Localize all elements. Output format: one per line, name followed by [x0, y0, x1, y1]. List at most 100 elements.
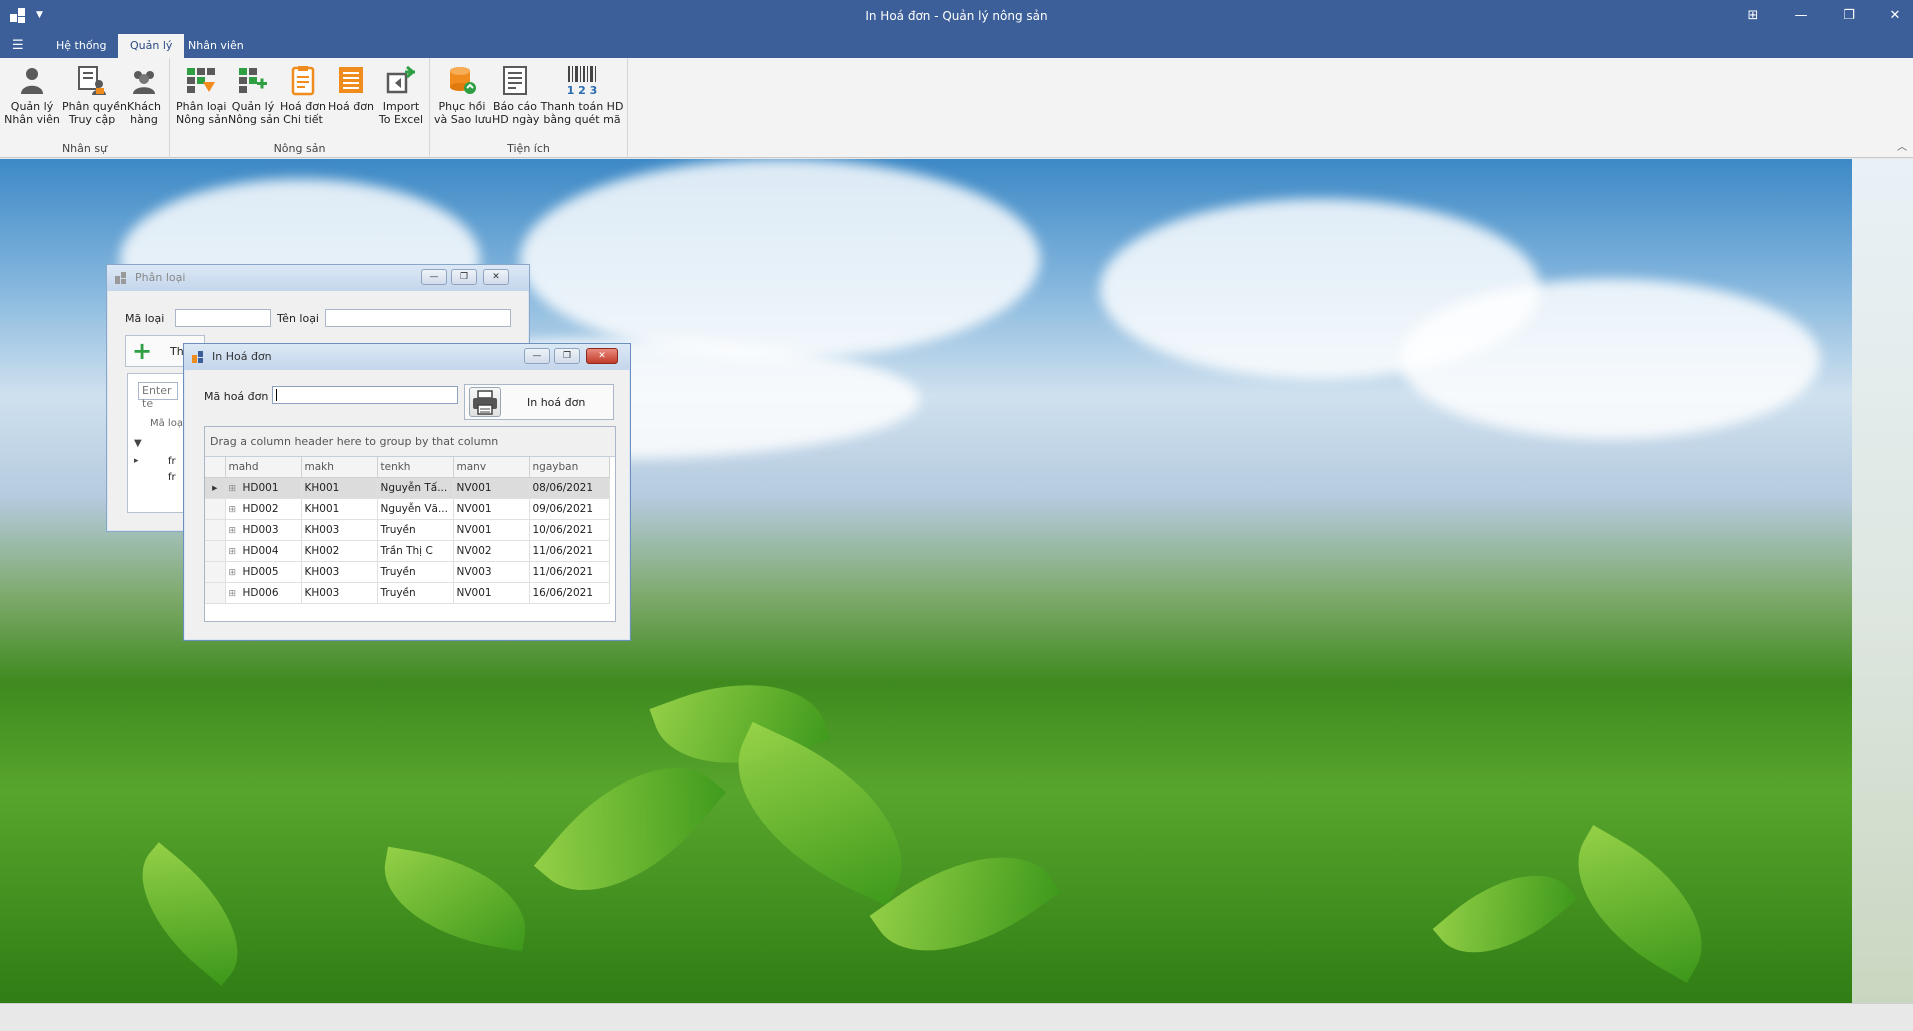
cell-ngayban[interactable]: 16/06/2021 [529, 582, 610, 604]
cell-mahd[interactable]: ⊞ HD004 [225, 540, 302, 562]
cell-manv[interactable]: NV001 [453, 582, 530, 604]
cell-ngayban[interactable]: 08/06/2021 [529, 477, 610, 499]
table-row[interactable]: ▸ ⊞ HD001 KH001 Nguyễn Tấ... NV001 08/06/… [205, 477, 610, 499]
cell-makh[interactable]: KH003 [301, 519, 378, 541]
in-hoa-don-maximize-button[interactable]: ❐ [554, 348, 580, 364]
phan-loai-minimize-button[interactable]: — [421, 269, 447, 285]
column-header-tenkh[interactable]: tenkh [377, 457, 454, 478]
table-header-row: mahd makh tenkh manv ngayban [205, 457, 610, 478]
phan-loai-maximize-button[interactable]: ❐ [451, 269, 477, 285]
row-expand-icon[interactable]: ⊞ [229, 484, 243, 494]
row-expand-icon[interactable]: ⊞ [229, 568, 243, 578]
filter-icon[interactable]: ▼ [134, 438, 142, 449]
window-title: In Hoá đơn - Quản lý nông sản [865, 9, 1048, 23]
background-leaf [113, 842, 267, 986]
cell-text: HD003 [242, 523, 279, 536]
row-indicator-icon: ▸ [134, 456, 139, 466]
window-icon [115, 272, 129, 284]
cell-manv[interactable]: NV001 [453, 519, 530, 541]
cell-ngayban[interactable]: 09/06/2021 [529, 498, 610, 520]
cell-makh[interactable]: KH003 [301, 582, 378, 604]
group-by-panel[interactable]: Drag a column header here to group by th… [205, 427, 615, 457]
phan-loai-close-button[interactable]: ✕ [483, 269, 509, 285]
row-expand-icon[interactable]: ⊞ [229, 589, 243, 599]
thanh-toan-hd-button[interactable]: 1 2 3 Thanh toán HD bằng quét mã [540, 64, 624, 126]
cell-tenkh[interactable]: Nguyễn Tấ... [377, 477, 454, 499]
table-row[interactable]: ⊞ HD004 KH002 Trần Thị C NV002 11/06/2021 [205, 540, 610, 562]
barcode-icon: 1 2 3 [566, 64, 598, 97]
tab-he-thong[interactable]: Hệ thống [44, 34, 119, 58]
cell-makh[interactable]: KH002 [301, 540, 378, 562]
in-hoa-don-minimize-button[interactable]: — [524, 348, 550, 364]
cell-manv[interactable]: NV002 [453, 540, 530, 562]
cell-manv[interactable]: NV003 [453, 561, 530, 583]
bao-cao-hd-ngay-button[interactable]: Báo cáo HD ngày [492, 64, 539, 126]
cell-mahd[interactable]: ⊞ HD005 [225, 561, 302, 583]
cell-tenkh[interactable]: Trần Thị C [377, 540, 454, 562]
cell-makh[interactable]: KH001 [301, 498, 378, 520]
table-row[interactable]: ⊞ HD005 KH003 Truyền NV003 11/06/2021 [205, 561, 610, 583]
hoa-don-button[interactable]: Hoá đơn [328, 64, 374, 113]
close-button[interactable]: ✕ [1880, 6, 1910, 26]
cell-mahd[interactable]: ⊞ HD001 [225, 477, 302, 499]
invoice-icon [335, 64, 367, 96]
row-indicator [205, 561, 226, 583]
column-header-mahd[interactable]: mahd [225, 457, 302, 478]
cell-makh[interactable]: KH003 [301, 561, 378, 583]
phuc-hoi-sao-luu-button[interactable]: Phục hồi và Sao lưu [434, 64, 492, 126]
table-row[interactable]: ⊞ HD002 KH001 Nguyễn Vă... NV001 09/06/20… [205, 498, 610, 520]
column-header-manv[interactable]: manv [453, 457, 530, 478]
row-expand-icon[interactable]: ⊞ [229, 505, 243, 515]
cell-mahd[interactable]: ⊞ HD006 [225, 582, 302, 604]
ma-hoa-don-input[interactable] [272, 386, 458, 404]
in-hoa-don-title-bar[interactable]: In Hoá đơn — ❐ ✕ [184, 344, 630, 370]
cell-makh[interactable]: KH001 [301, 477, 378, 499]
phan-loai-title-bar[interactable]: Phân loại — ❐ ✕ [107, 265, 529, 291]
category-column-header[interactable]: Mã loạ [150, 418, 183, 429]
table-row[interactable]: ⊞ HD003 KH003 Truyền NV001 10/06/2021 [205, 519, 610, 541]
import-to-excel-button[interactable]: Import To Excel [376, 64, 426, 126]
cell-ngayban[interactable]: 11/06/2021 [529, 561, 610, 583]
cell-text: HD002 [242, 502, 279, 515]
ten-loai-input[interactable] [325, 309, 511, 327]
tab-nhan-vien[interactable]: Nhân viên [176, 34, 256, 58]
table-row[interactable]: ⊞ HD006 KH003 Truyền NV001 16/06/2021 [205, 582, 610, 604]
cell-tenkh[interactable]: Nguyễn Vă... [377, 498, 454, 520]
column-header-ngayban[interactable]: ngayban [529, 457, 610, 478]
khach-hang-button[interactable]: Khách hàng [122, 64, 166, 126]
ribbon-collapse-icon[interactable]: ︿ [1897, 138, 1907, 153]
cell-tenkh[interactable]: Truyền [377, 561, 454, 583]
application-menu-icon[interactable]: ☰ [12, 39, 30, 53]
cell-manv[interactable]: NV001 [453, 477, 530, 499]
in-hoa-don-close-button[interactable]: ✕ [586, 348, 618, 364]
category-search-input[interactable]: Enter te [138, 382, 178, 410]
layout-button[interactable]: ⊞ [1738, 6, 1768, 26]
column-header-makh[interactable]: makh [301, 457, 378, 478]
phan-quyen-truy-cap-button[interactable]: Phân quyền Truy cập [62, 64, 127, 126]
cell-mahd[interactable]: ⊞ HD002 [225, 498, 302, 520]
cell-ngayban[interactable]: 11/06/2021 [529, 540, 610, 562]
row-indicator-header [205, 457, 226, 478]
cell-tenkh[interactable]: Truyền [377, 519, 454, 541]
row-expand-icon[interactable]: ⊞ [229, 526, 243, 536]
row-expand-icon[interactable]: ⊞ [229, 547, 243, 557]
cell-ngayban[interactable]: 10/06/2021 [529, 519, 610, 541]
ten-loai-label: Tên loại [277, 312, 319, 325]
quan-ly-nong-san-button[interactable]: Quản lý Nông sản [228, 64, 280, 126]
tab-quan-ly[interactable]: Quản lý [118, 34, 185, 58]
row-indicator [205, 519, 226, 541]
in-hoa-don-print-button[interactable]: In hoá đơn [464, 384, 614, 420]
table-body: ▸ ⊞ HD001 KH001 Nguyễn Tấ... NV001 08/06/… [205, 477, 610, 604]
restore-button[interactable]: ❐ [1834, 6, 1864, 26]
background-leaf [374, 846, 536, 952]
phan-loai-nong-san-button[interactable]: Phân loại Nông sản [176, 64, 228, 126]
quan-ly-nhan-vien-button[interactable]: Quản lý Nhân viên [4, 64, 60, 126]
ma-loai-input[interactable] [175, 309, 271, 327]
hoa-don-chi-tiet-button[interactable]: Hoá đơn Chi tiết [280, 64, 326, 126]
cell-mahd[interactable]: ⊞ HD003 [225, 519, 302, 541]
permission-icon [76, 64, 108, 96]
cell-tenkh[interactable]: Truyền [377, 582, 454, 604]
minimize-button[interactable]: — [1786, 6, 1816, 26]
category-grid-icon [185, 64, 217, 96]
cell-manv[interactable]: NV001 [453, 498, 530, 520]
